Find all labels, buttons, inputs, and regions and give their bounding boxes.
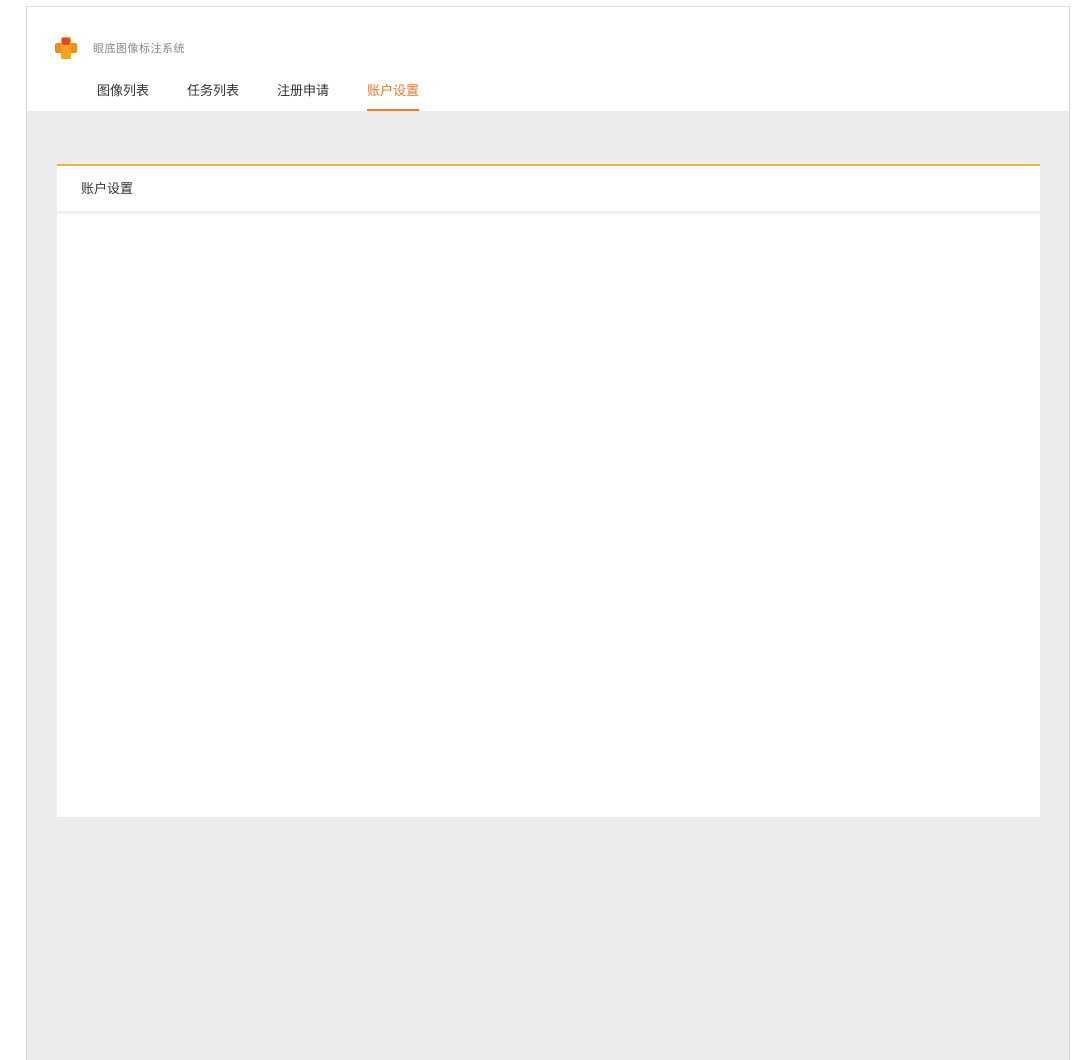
nav-tab-registration[interactable]: 注册申请 (277, 81, 329, 111)
panel-title: 账户设置 (57, 166, 1040, 214)
system-title: 眼底图像标注系统 (93, 42, 185, 55)
account-settings-panel: 账户设置 (57, 164, 1040, 817)
main-nav: 图像列表 任务列表 注册申请 账户设置 (97, 81, 457, 111)
top-header: 眼底图像标注系统 图像列表 任务列表 注册申请 账户设置 (27, 7, 1069, 111)
app-window: 眼底图像标注系统 图像列表 任务列表 注册申请 账户设置 账户设置 (26, 6, 1070, 1060)
nav-tab-account-settings[interactable]: 账户设置 (367, 81, 420, 111)
brand: 眼底图像标注系统 (53, 35, 185, 61)
nav-tab-image-list[interactable]: 图像列表 (97, 81, 149, 111)
nav-tab-task-list[interactable]: 任务列表 (187, 81, 239, 111)
panel-body (57, 214, 1040, 817)
plus-logo-icon (53, 35, 79, 61)
